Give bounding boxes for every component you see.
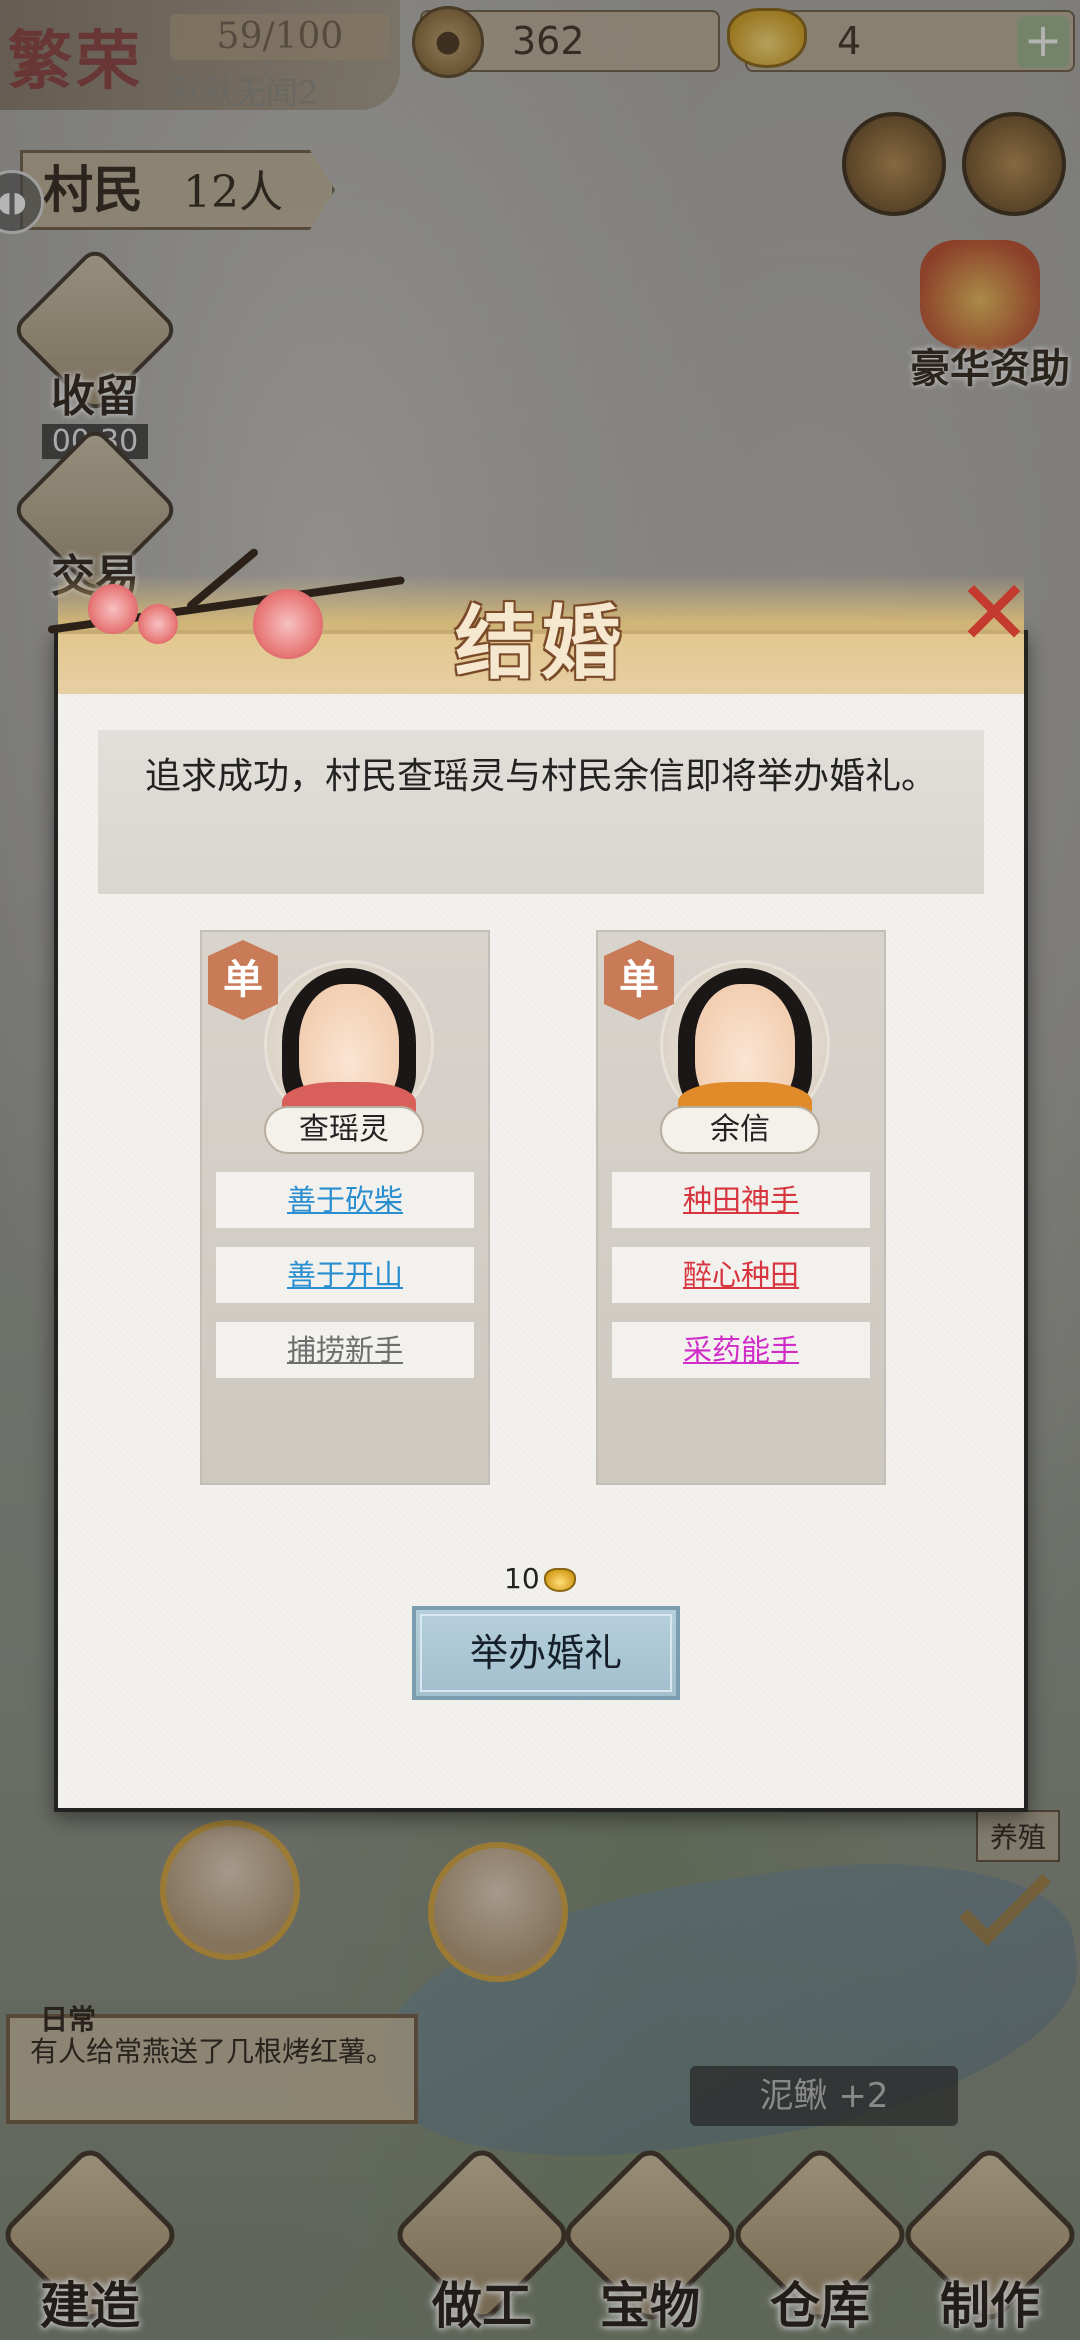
single-status-tag: 单 bbox=[604, 940, 674, 1020]
dialog-title: 结婚 bbox=[455, 596, 627, 690]
trait-link[interactable]: 捕捞新手 bbox=[216, 1322, 474, 1378]
wedding-cost: 10 bbox=[504, 1562, 576, 1595]
villager-name: 查瑶灵 bbox=[264, 1106, 424, 1154]
dialog-message: 追求成功，村民查瑶灵与村民余信即将举办婚礼。 bbox=[98, 730, 984, 894]
close-icon[interactable]: ✕ bbox=[954, 569, 1034, 659]
trait-link[interactable]: 采药能手 bbox=[612, 1322, 870, 1378]
trait-link[interactable]: 善于砍柴 bbox=[216, 1172, 474, 1228]
trait-link[interactable]: 善于开山 bbox=[216, 1247, 474, 1303]
villager-name: 余信 bbox=[660, 1106, 820, 1154]
villager-card-left[interactable]: 单 查瑶灵 善于砍柴 善于开山 捕捞新手 bbox=[200, 930, 490, 1485]
gold-ingot-icon bbox=[543, 1568, 576, 1592]
trait-link[interactable]: 种田神手 bbox=[612, 1172, 870, 1228]
single-status-tag: 单 bbox=[208, 940, 278, 1020]
hold-wedding-button[interactable]: 举办婚礼 bbox=[412, 1606, 680, 1700]
trait-link[interactable]: 醉心种田 bbox=[612, 1247, 870, 1303]
wedding-cost-value: 10 bbox=[504, 1562, 540, 1595]
villager-card-right[interactable]: 单 余信 种田神手 醉心种田 采药能手 bbox=[596, 930, 886, 1485]
marriage-dialog: 结婚 ✕ 追求成功，村民查瑶灵与村民余信即将举办婚礼。 单 查瑶灵 善于砍柴 善… bbox=[47, 547, 1032, 1812]
